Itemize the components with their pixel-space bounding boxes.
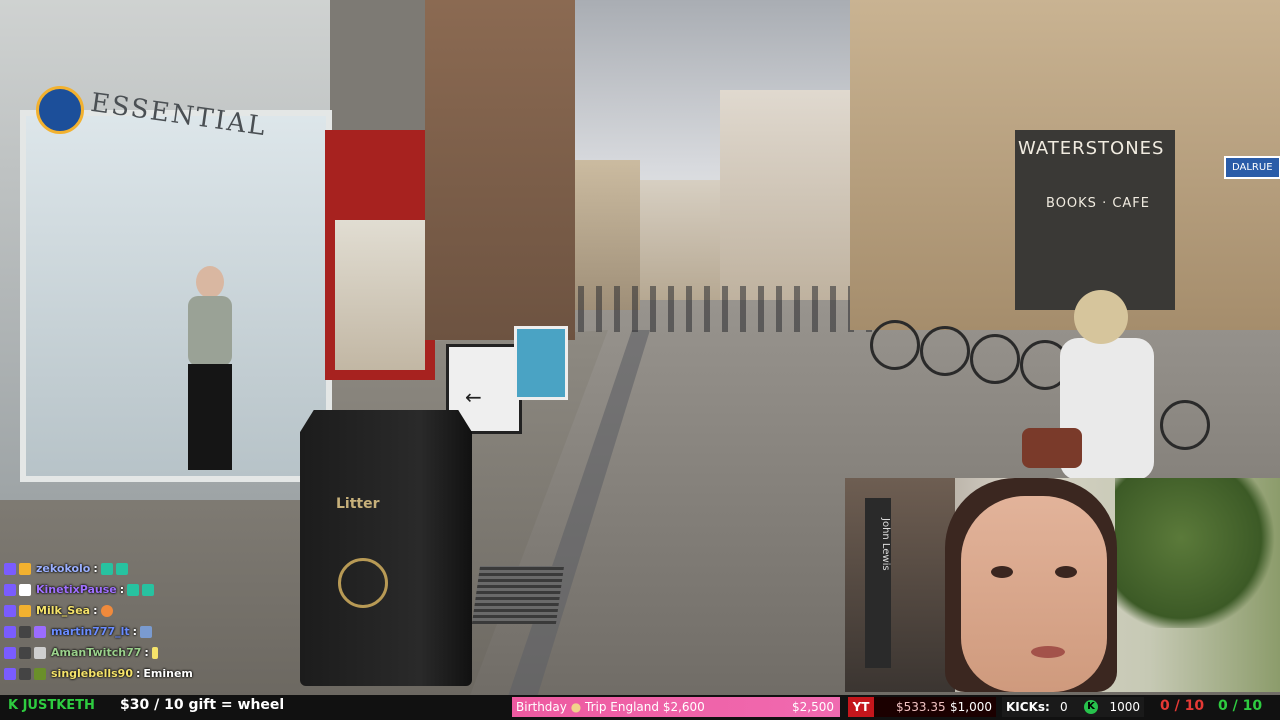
youtube-goal-bar: YT $533.35 $1,000 — [848, 697, 996, 717]
kicks-goal: 1000 — [1109, 700, 1140, 714]
glasses-badge-icon — [19, 646, 31, 659]
birthday-goal-bar: Birthday ● Trip England $2,600 $2,500 — [512, 697, 840, 717]
litter-bin: Litter — [300, 410, 472, 686]
distant-building — [720, 90, 860, 300]
kicks-label: KICKs: — [1006, 700, 1050, 714]
sub-badge-icon — [4, 625, 16, 638]
emote-icon — [142, 583, 155, 596]
chat-username: Milk_Sea — [36, 604, 91, 617]
yt-goal: $1,000 — [950, 700, 992, 714]
kick-logo-icon: K — [1084, 700, 1098, 714]
bot-badge-icon — [34, 646, 46, 659]
emote-icon — [100, 604, 113, 617]
gift-wheel-text: $30 / 10 gift = wheel — [120, 697, 285, 713]
birthday-label: Birthday — [516, 700, 567, 714]
crowd — [560, 286, 880, 332]
stream-ticker: K JUSTKETH $30 / 10 gift = wheel Birthda… — [0, 695, 1280, 720]
shop-window — [335, 220, 425, 370]
sub-badge-icon — [4, 667, 16, 680]
gift-badge-icon — [34, 625, 46, 638]
gift-badge-icon — [34, 667, 46, 680]
emote-icon — [127, 583, 140, 596]
kicks-current: 0 — [1060, 700, 1068, 714]
brick-building — [425, 0, 575, 340]
sub-badge-icon — [4, 646, 16, 659]
birthday-goal: $2,500 — [792, 700, 834, 714]
pedestrian — [1022, 290, 1160, 480]
kicks-goal-bar: KICKs: 0 K 1000 — [1002, 697, 1144, 717]
books-cafe-sign: BOOKS · CAFE — [1046, 196, 1150, 211]
chat-username: martin777_lt — [51, 625, 130, 638]
sub-badge-icon — [4, 562, 16, 575]
chat-username: KinetixPause — [36, 583, 117, 596]
arrow-left-icon: ← — [465, 385, 482, 409]
store-sign: John Lewis — [865, 498, 891, 668]
crown-icon — [19, 562, 31, 575]
birthday-progress: Trip England $2,600 — [585, 700, 705, 714]
cake-icon: ● — [570, 700, 582, 714]
sub-badge-icon — [4, 583, 16, 596]
essential-shop: ESSENTIAL — [0, 0, 332, 500]
shopfront — [20, 110, 332, 482]
tree — [1115, 478, 1280, 628]
glasses-badge-icon — [19, 667, 31, 680]
a-board-sign — [514, 326, 568, 400]
crest-icon — [338, 558, 388, 608]
sub-badge-icon — [4, 604, 16, 617]
channel-logo: K JUSTKETH — [8, 698, 95, 713]
webcam-overlay: John Lewis — [845, 478, 1280, 692]
chat-text: Eminem — [143, 667, 193, 680]
adt-logo — [36, 86, 84, 134]
pedestrian — [180, 266, 240, 472]
chat-message: martin777_lt: — [4, 621, 264, 642]
emote-icon — [115, 562, 128, 575]
chat-username: AmanTwitch77 — [51, 646, 142, 659]
crown-icon — [19, 604, 31, 617]
chat-overlay: zekokolo: KinetixPause: Milk_Sea: martin… — [4, 558, 264, 684]
emote-icon — [151, 646, 158, 659]
chat-message: AmanTwitch77: — [4, 642, 264, 663]
chat-username: singlebells90 — [51, 667, 133, 680]
streamer-face — [945, 478, 1117, 692]
video-badge-icon — [19, 583, 31, 596]
bin-label: Litter — [336, 496, 380, 512]
emote-icon — [100, 562, 113, 575]
chat-username: zekokolo — [36, 562, 91, 575]
waterstones-building — [850, 0, 1280, 330]
chat-message: Milk_Sea: — [4, 600, 264, 621]
chat-message: zekokolo: — [4, 558, 264, 579]
counter-green: 0 / 10 — [1218, 698, 1263, 714]
counter-red: 0 / 10 — [1160, 698, 1205, 714]
chat-message: KinetixPause: — [4, 579, 264, 600]
drain-grate — [471, 566, 565, 624]
glasses-badge-icon — [19, 625, 31, 638]
store-building: John Lewis — [845, 478, 955, 692]
yt-current: $533.35 — [896, 700, 946, 714]
red-shop — [325, 130, 435, 380]
waterstones-sign: WATERSTONES — [1018, 138, 1165, 159]
chat-message: singlebells90: Eminem — [4, 663, 264, 684]
emote-icon — [140, 625, 153, 638]
yt-tag: YT — [848, 697, 874, 717]
street-sign: DALRUE — [1224, 156, 1280, 179]
